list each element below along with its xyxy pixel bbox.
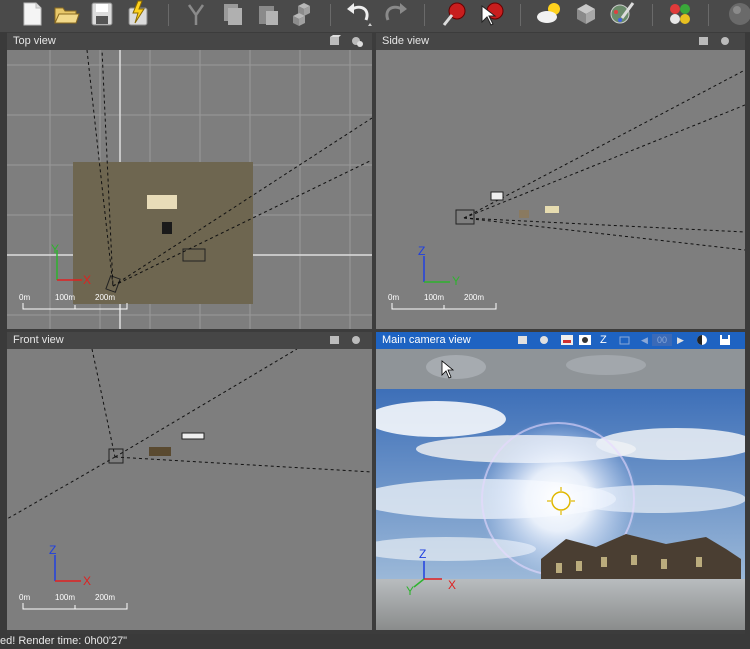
z-toggle-button[interactable]: Z [600,332,607,349]
top-view-header: Top view [7,33,372,50]
render-canvas[interactable]: Z Y X [376,349,745,630]
toolbar-separator [168,4,169,26]
front-axis-x-label: X [83,574,91,588]
preview-image-icon[interactable] [561,334,573,346]
camera-object[interactable] [162,222,172,234]
top-axis-y-label: Y [51,242,59,256]
side-view-canvas[interactable]: Z Y 0m 100m 200m [376,50,745,329]
front-scale-bar [22,603,128,610]
front-view-canvas[interactable]: Z X 0m 100m 200m [7,349,372,630]
camera-link-icon[interactable] [351,334,363,346]
render-preview-icon[interactable] [579,334,591,346]
sphere-icon[interactable] [722,0,750,28]
next-frame-button[interactable]: ▶ [677,332,684,349]
view-options-icon[interactable] [698,35,710,47]
side-scale-0: 0m [388,293,399,302]
view-options-icon[interactable] [329,334,341,346]
front-scale-0: 0m [19,593,30,602]
side-scale-100: 100m [424,293,444,302]
side-house2-object[interactable] [545,206,559,213]
render-icon[interactable] [440,0,468,28]
camera-link-icon[interactable] [539,334,551,346]
redo-icon[interactable] [382,0,410,28]
toolbar-separator [520,4,521,26]
toolbar-separator [708,4,709,26]
side-scale-200: 200m [464,293,484,302]
side-axis-y-label: Y [452,274,460,288]
save-icon[interactable] [88,0,116,28]
front-house-object[interactable] [149,447,171,456]
sky-icon[interactable] [535,0,563,28]
front-view-viewport[interactable]: Front view Z X 0m 100m 200m [7,332,372,630]
side-light-object[interactable] [490,191,504,201]
undo-icon[interactable] [344,0,372,28]
left-ruler-strip [0,32,7,634]
house-object[interactable] [147,195,177,209]
new-document-icon[interactable] [18,0,46,28]
open-folder-icon[interactable] [52,0,80,28]
top-view-viewport[interactable]: Top view Y X 0m 100m 200m [7,33,372,329]
contrast-icon[interactable] [696,334,708,346]
main-camera-title: Main camera view [382,334,471,346]
top-scale-0: 0m [19,293,30,302]
save-lightning-icon[interactable] [124,0,152,28]
side-view-title: Side view [382,35,430,47]
top-view-title: Top view [13,35,56,47]
front-view-header: Front view [7,332,372,349]
toolbar-separator [424,4,425,26]
status-bar: ed! Render time: 0h00'27" [0,634,750,649]
save-render-icon[interactable] [719,334,731,346]
top-scale-100: 100m [55,293,75,302]
colors-icon[interactable] [666,0,694,28]
camera-link-icon[interactable] [720,35,732,47]
front-view-title: Front view [13,334,64,346]
object-icon[interactable] [572,0,600,28]
top-scale-200: 200m [95,293,115,302]
side-scale-bar [391,303,497,310]
toolbar-separator [330,4,331,26]
view-options-icon[interactable] [329,35,341,47]
cubes-icon[interactable] [289,0,317,28]
main-camera-header: Main camera view Z ◀ 00 ▶ [376,332,745,349]
copy-icon[interactable] [218,0,246,28]
camera-axis-x-label: X [448,578,456,592]
front-axis-z-label: Z [49,543,56,557]
front-scale-200: 200m [95,593,115,602]
status-text: ed! Render time: 0h00'27" [0,635,128,647]
render-area-icon[interactable] [478,0,506,28]
front-scale-100: 100m [55,593,75,602]
side-view-header: Side view [376,33,745,50]
right-scrollbar[interactable] [745,32,750,634]
side-view-viewport[interactable]: Side view Z Y 0m 100m 200m [376,33,745,329]
prev-frame-button[interactable]: ◀ [641,332,648,349]
camera-axis-z-label: Z [419,547,426,561]
top-view-canvas[interactable]: Y X 0m 100m 200m [7,50,372,329]
frame-field[interactable]: 00 [652,334,672,346]
paste-icon[interactable] [254,0,282,28]
side-house-object[interactable] [519,210,529,218]
camera-axis-y-label: Y [406,584,414,598]
brush-icon[interactable] [608,0,636,28]
layers-icon[interactable] [619,334,631,346]
selection-tool-icon[interactable] [182,0,210,28]
camera-link-icon[interactable] [351,35,363,47]
view-options-icon[interactable] [517,334,529,346]
main-toolbar [0,0,750,32]
main-camera-viewport[interactable]: Main camera view Z ◀ 00 ▶ Z Y X [376,332,745,630]
side-axis-z-label: Z [418,244,425,258]
top-axis-x-label: X [83,273,91,287]
toolbar-separator [652,4,653,26]
front-light-object[interactable] [181,432,205,440]
